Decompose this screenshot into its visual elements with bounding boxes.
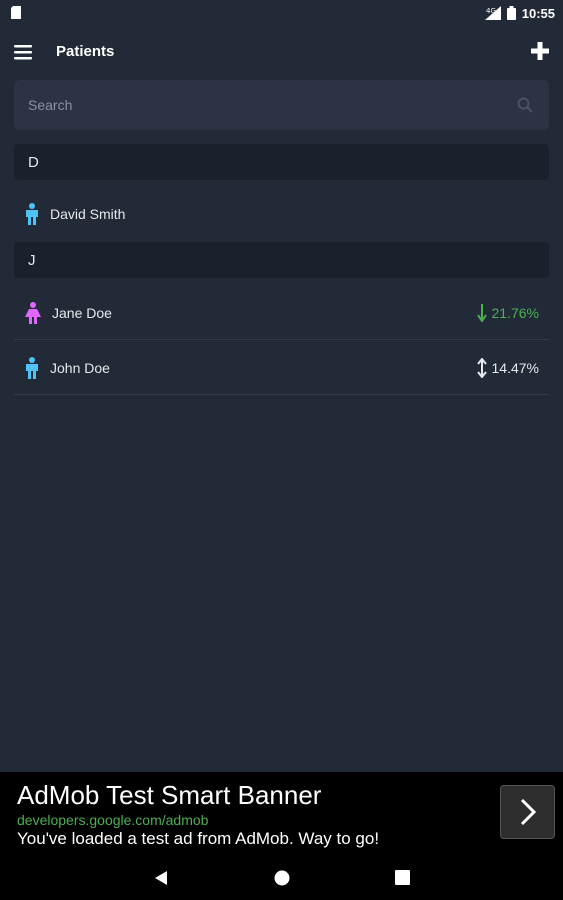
male-icon [26, 203, 38, 225]
weight-change: 14.47% [476, 341, 539, 395]
navigation-bar [0, 856, 563, 900]
status-bar: 4G 10:55 [0, 0, 563, 26]
search-bar [14, 80, 549, 130]
patient-name: Jane Doe [52, 304, 112, 321]
recents-icon[interactable] [395, 870, 410, 885]
hamburger-menu-icon[interactable] [12, 42, 34, 62]
battery-icon [506, 6, 516, 20]
patient-name: David Smith [50, 206, 126, 222]
arrow-down-icon [476, 304, 487, 322]
ad-banner[interactable]: AdMob Test Smart Banner developers.googl… [0, 772, 563, 856]
section-header-j: J [14, 242, 549, 278]
section-letter: J [28, 251, 36, 269]
ad-url[interactable]: developers.google.com/admob [17, 812, 208, 828]
chevron-right-icon [520, 798, 536, 826]
patient-name: John Doe [50, 359, 110, 376]
plus-icon [531, 42, 549, 60]
weight-change: 21.76% [476, 286, 539, 340]
status-right: 4G 10:55 [484, 5, 555, 21]
app-bar: Patients [0, 30, 563, 74]
status-left [10, 6, 22, 20]
patient-row-john-doe[interactable]: John Doe 14.47% [14, 341, 549, 395]
female-icon [25, 301, 41, 324]
patient-row-david-smith[interactable]: David Smith [14, 187, 549, 241]
signal-icon: 4G [484, 6, 501, 20]
sd-card-icon [11, 6, 21, 19]
male-icon [26, 356, 38, 379]
section-letter: D [28, 153, 39, 171]
search-icon[interactable] [517, 97, 533, 113]
ad-open-button[interactable] [500, 785, 555, 839]
home-icon[interactable] [274, 870, 290, 886]
patient-row-jane-doe[interactable]: Jane Doe 21.76% [14, 286, 549, 340]
section-header-d: D [14, 144, 549, 180]
change-value: 21.76% [491, 305, 539, 321]
back-icon[interactable] [153, 870, 169, 886]
arrow-up-down-icon [476, 358, 487, 378]
svg-text:4G: 4G [486, 7, 496, 15]
ad-text: You've loaded a test ad from AdMob. Way … [17, 829, 380, 848]
change-value: 14.47% [491, 360, 539, 376]
status-time: 10:55 [521, 5, 555, 21]
ad-title: AdMob Test Smart Banner [17, 780, 322, 810]
search-input[interactable] [14, 80, 494, 130]
add-patient-button[interactable] [529, 40, 551, 62]
page-title: Patients [56, 43, 115, 60]
